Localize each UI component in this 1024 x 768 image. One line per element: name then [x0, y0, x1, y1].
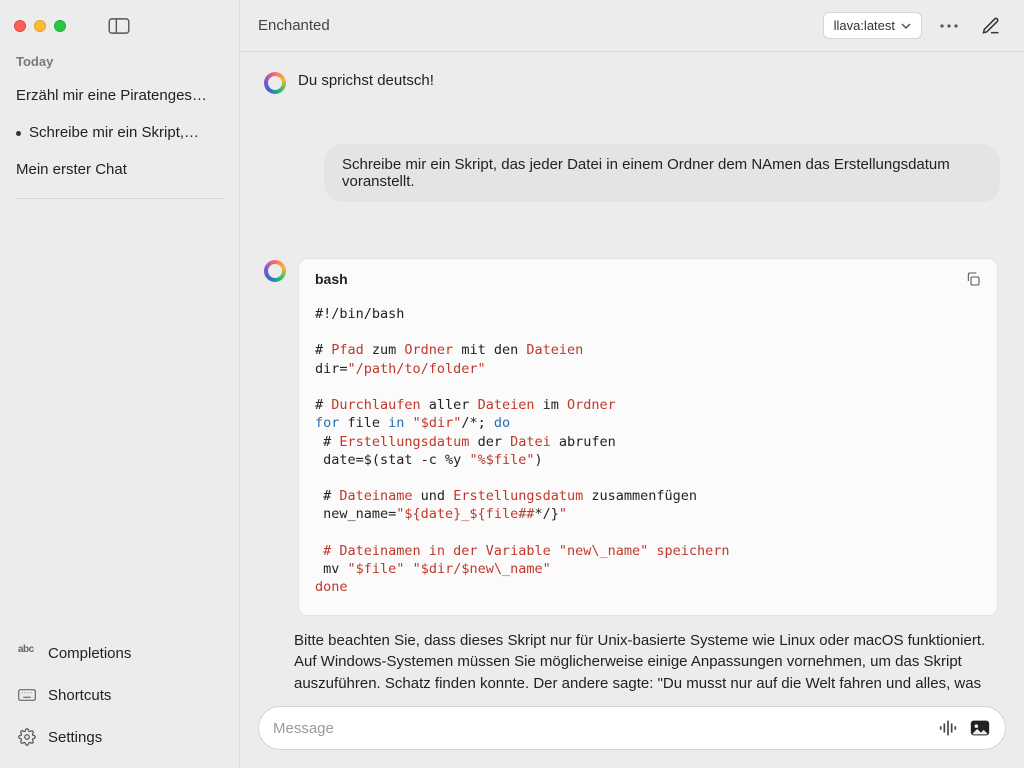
assistant-followup-text: Bitte beachten Sie, dass dieses Skript n…	[264, 616, 994, 693]
topbar: Enchanted llava:latest	[240, 0, 1024, 52]
chat-item-title: Mein erster Chat	[16, 161, 127, 178]
model-selector[interactable]: llava:latest	[823, 12, 922, 39]
new-chat-button[interactable]	[976, 11, 1006, 41]
unread-dot-icon	[16, 131, 21, 136]
ellipsis-icon	[940, 24, 958, 28]
composer	[258, 706, 1006, 750]
code-lang-label: bash	[315, 271, 348, 287]
chat-item[interactable]: Mein erster Chat	[0, 151, 239, 188]
shortcuts-item[interactable]: Shortcuts	[0, 674, 239, 716]
model-name: llava:latest	[834, 18, 895, 33]
close-window-icon[interactable]	[14, 20, 26, 32]
completions-item[interactable]: abc Completions	[0, 632, 239, 674]
fullscreen-window-icon[interactable]	[54, 20, 66, 32]
assistant-message: Du sprichst deutsch!	[264, 70, 1000, 94]
toggle-sidebar-button[interactable]	[108, 18, 130, 34]
chat-item[interactable]: Erzähl mir eine Piratenges…	[0, 77, 239, 114]
chat-item[interactable]: Schreibe mir ein Skript,…	[0, 114, 239, 151]
sidebar-section-today: Today	[0, 54, 239, 77]
voice-input-icon[interactable]	[937, 717, 959, 739]
minimize-window-icon[interactable]	[34, 20, 46, 32]
user-bubble: Schreibe mir ein Skript, das jeder Datei…	[324, 144, 1000, 202]
code-content: #!/bin/bash # Pfad zum Ordner mit den Da…	[299, 299, 997, 615]
settings-label: Settings	[48, 729, 102, 746]
main-panel: Enchanted llava:latest Du sprichst deuts…	[240, 0, 1024, 768]
user-message: Schreibe mir ein Skript, das jeder Datei…	[264, 144, 1000, 202]
abc-icon: abc	[18, 644, 36, 662]
compose-icon	[981, 16, 1001, 36]
assistant-text: Du sprichst deutsch!	[298, 70, 434, 94]
message-input[interactable]	[273, 720, 927, 737]
code-block: bash #!/bin/bash # Pfad zum Ordner mit d…	[298, 258, 998, 616]
sidebar-footer: abc Completions Shortcuts Settings	[0, 632, 239, 768]
gear-icon	[18, 728, 36, 746]
shortcuts-label: Shortcuts	[48, 687, 111, 704]
window-controls	[0, 10, 239, 54]
app-title: Enchanted	[258, 17, 330, 34]
completions-label: Completions	[48, 645, 131, 662]
chat-list: Erzähl mir eine Piratenges… Schreibe mir…	[0, 77, 239, 188]
assistant-avatar-icon	[264, 72, 286, 94]
chat-item-title: Erzähl mir eine Piratenges…	[16, 87, 207, 104]
attach-image-icon[interactable]	[969, 717, 991, 739]
assistant-code-message: bash #!/bin/bash # Pfad zum Ordner mit d…	[264, 258, 1000, 616]
chat-item-title: Schreibe mir ein Skript,…	[29, 124, 199, 141]
composer-area	[240, 692, 1024, 768]
conversation: Du sprichst deutsch! Schreibe mir ein Sk…	[240, 52, 1024, 692]
sidebar: Today Erzähl mir eine Piratenges… Schrei…	[0, 0, 240, 768]
more-menu-button[interactable]	[934, 11, 964, 41]
settings-item[interactable]: Settings	[0, 716, 239, 758]
copy-icon[interactable]	[965, 271, 981, 287]
keyboard-icon	[18, 686, 36, 704]
assistant-avatar-icon	[264, 260, 286, 282]
chevron-down-icon	[901, 21, 911, 31]
